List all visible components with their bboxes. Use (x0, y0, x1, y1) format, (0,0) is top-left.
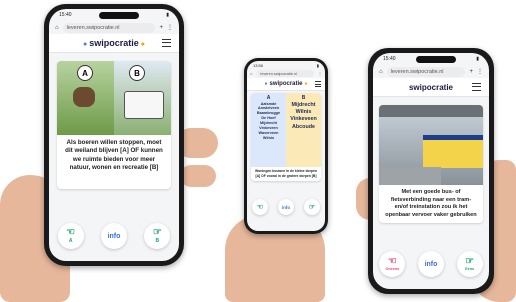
phone-right-screen: 15:40 ▮ ⌂ leveren.swipocratie.nl + ⋮ swi… (373, 53, 489, 289)
option-a-badge: A (77, 65, 93, 81)
camera-notch (415, 55, 456, 63)
swipe-hand-icon: ☜ (66, 227, 76, 238)
swipe-card[interactable]: Met een goede bus- of fietsverbinding na… (379, 105, 483, 223)
url-text: leveren.swipocratie.nl (390, 68, 444, 75)
hamburger-menu-icon[interactable] (162, 39, 171, 47)
browser-url-bar: ⌂ leveren.swipocratie.nl + ⋮ (49, 21, 179, 34)
url-field[interactable]: leveren.swipocratie.nl (62, 22, 156, 33)
card-statement: Woningen bouwen in de kleine dorpen [A] … (255, 169, 317, 178)
info-button[interactable]: info (417, 251, 444, 277)
platform-floor (379, 167, 442, 185)
home-icon[interactable]: ⌂ (250, 71, 252, 76)
status-time: 13:55 (253, 62, 264, 68)
swipe-card[interactable]: A B Als boeren willen stoppen, moet dit … (57, 61, 171, 189)
more-menu-icon[interactable]: ⋮ (318, 71, 322, 76)
url-text: leveren.swipocratie.nl (66, 24, 120, 31)
vote-a-button[interactable]: ☜ (252, 199, 268, 215)
option-b-column: B Mijdrecht Wilnis Vinkeveen Abcoude (286, 93, 321, 167)
app-header: ● swipocratie ● (49, 34, 179, 53)
phone-middle: 13:55 ▮ ⌂ leveren.swipocratie.nl ⋮ ● swip… (244, 58, 328, 234)
phone-middle-screen: 13:55 ▮ ⌂ leveren.swipocratie.nl ⋮ ● swip… (247, 61, 325, 231)
status-bar: 15:40 ▮ (373, 53, 489, 65)
app-header: ● swipocratie ● (247, 78, 325, 91)
horse-figure (73, 87, 95, 107)
logo-dot-icon: ● (140, 41, 145, 48)
add-tab-icon[interactable]: + (159, 25, 163, 31)
disagree-button[interactable]: ☜ Oneens (379, 251, 406, 277)
home-icon[interactable]: ⌂ (379, 69, 383, 75)
status-time: 15:40 (59, 12, 72, 18)
option-b-label: B (301, 95, 306, 101)
swipe-hand-icon: ☞ (152, 227, 162, 238)
battery-icon: ▮ (476, 56, 479, 62)
status-time: 15:40 (383, 56, 396, 62)
vote-b-button[interactable]: ☞ B (144, 223, 171, 249)
app-header: swipocratie (373, 78, 489, 97)
option-b-list: Mijdrecht Wilnis Vinkeveen Abcoude (290, 101, 317, 130)
left-hand-finger (180, 165, 216, 187)
camera-notch (98, 11, 139, 19)
url-text: leveren.swipocratie.nl (260, 71, 297, 76)
phone-left: 15:40 ▮ ⌂ leveren.swipocratie.nl + ⋮ ● sw… (44, 4, 184, 266)
hamburger-menu-icon[interactable] (315, 81, 321, 87)
app-logo: ● swipocratie ● (264, 81, 308, 87)
browser-url-bar: ⌂ leveren.swipocratie.nl + ⋮ (373, 65, 489, 78)
status-bar: 13:55 ▮ (247, 61, 325, 69)
swipe-hand-icon: ☜ (256, 203, 264, 211)
vote-buttons: ☜ Oneens info ☞ Eens (373, 251, 489, 277)
logo-dot-icon: ● (304, 81, 308, 87)
battery-icon: ▮ (316, 62, 319, 68)
vote-buttons: ☜ info ☞ (247, 199, 325, 215)
add-tab-icon[interactable]: + (469, 69, 473, 75)
url-field[interactable]: leveren.swipocratie.nl (386, 66, 466, 77)
swipe-hand-icon: ☜ (387, 256, 397, 267)
more-menu-icon[interactable]: ⋮ (477, 68, 483, 75)
card-statement: Met een goede bus- of fietsverbinding na… (385, 189, 477, 218)
battery-icon: ▮ (166, 12, 169, 18)
swipe-hand-icon: ☞ (308, 203, 316, 211)
train-figure (423, 135, 483, 168)
platform-roof (379, 105, 483, 117)
logo-dot-icon: ● (83, 41, 88, 48)
agree-button[interactable]: ☞ Eens (456, 251, 483, 277)
status-bar: 15:40 ▮ (49, 9, 179, 21)
vote-buttons: ☜ A info ☞ B (49, 223, 179, 249)
logo-dot-icon: ● (264, 81, 268, 87)
app-logo: swipocratie (408, 82, 453, 92)
url-field[interactable]: leveren.swipocratie.nl (256, 70, 314, 77)
swipe-hand-icon: ☞ (465, 256, 475, 267)
home-icon[interactable]: ⌂ (55, 25, 59, 31)
option-a-column: A Aalsmde Amstelveen Baambrugge De Hoef … (251, 93, 286, 167)
phone-right: 15:40 ▮ ⌂ leveren.swipocratie.nl + ⋮ swi… (368, 48, 494, 294)
vote-b-button[interactable]: ☞ (304, 199, 320, 215)
browser-url-bar: ⌂ leveren.swipocratie.nl ⋮ (247, 69, 325, 78)
hamburger-menu-icon[interactable] (472, 83, 481, 91)
vote-a-button[interactable]: ☜ A (57, 223, 84, 249)
more-menu-icon[interactable]: ⋮ (167, 24, 173, 31)
card-statement: Als boeren willen stoppen, moet dit weil… (65, 139, 163, 172)
option-a-list: Aalsmde Amstelveen Baambrugge De Hoef Mi… (256, 101, 281, 140)
phone-left-screen: 15:40 ▮ ⌂ leveren.swipocratie.nl + ⋮ ● sw… (49, 9, 179, 261)
option-b-badge: B (129, 65, 145, 81)
swipe-card[interactable]: A Aalsmde Amstelveen Baambrugge De Hoef … (251, 93, 321, 181)
card-image-train (379, 105, 483, 185)
app-logo: ● swipocratie ● (83, 38, 145, 48)
caravan-figure (124, 91, 164, 119)
info-button[interactable]: info (278, 199, 294, 215)
info-button[interactable]: info (100, 223, 127, 249)
